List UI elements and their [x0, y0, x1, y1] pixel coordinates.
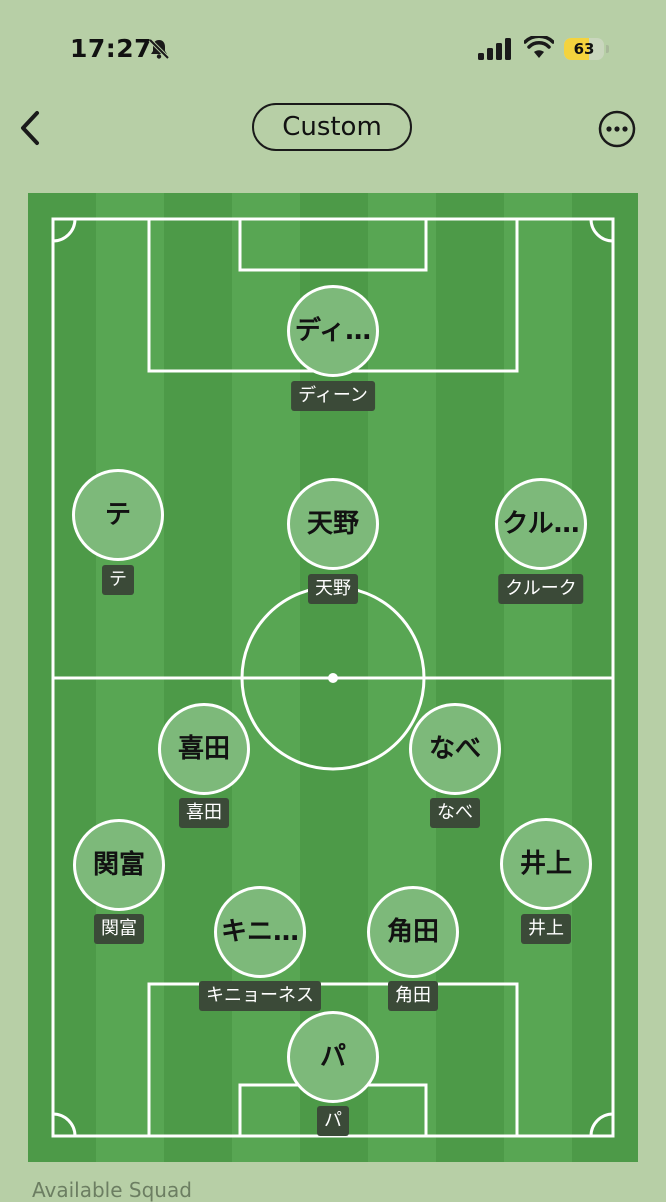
player-name-tag: クルーク: [498, 574, 584, 604]
more-options-icon[interactable]: [598, 110, 636, 148]
player-name-tag: 天野: [308, 574, 358, 604]
available-squad-heading: Available Squad: [32, 1178, 192, 1202]
player-token-井上[interactable]: 井上: [500, 818, 592, 910]
player-token-クルーク[interactable]: クル…: [495, 478, 587, 570]
wifi-icon: [524, 36, 554, 58]
status-bar: 17:27 63: [0, 0, 666, 100]
player-name-tag: ディーン: [291, 381, 375, 411]
player-token-天野[interactable]: 天野: [287, 478, 379, 570]
bell-muted-icon: [148, 38, 170, 60]
player-token-ディーン[interactable]: ディ…: [287, 285, 379, 377]
battery-icon: 63: [564, 38, 610, 60]
player-name-tag: 関富: [94, 914, 144, 944]
player-name-tag: テ: [102, 565, 134, 595]
player-name-tag: なべ: [430, 798, 480, 828]
player-token-喜田[interactable]: 喜田: [158, 703, 250, 795]
battery-percent: 63: [573, 40, 595, 58]
formation-title-button[interactable]: Custom: [252, 103, 412, 151]
cellular-signal-icon: [478, 38, 511, 60]
player-name-tag: パ: [317, 1106, 349, 1136]
status-time: 17:27: [70, 34, 153, 63]
player-token-パ[interactable]: パ: [287, 1011, 379, 1103]
player-name-tag: キニョーネス: [199, 981, 321, 1011]
player-token-角田[interactable]: 角田: [367, 886, 459, 978]
player-token-テ[interactable]: テ: [72, 469, 164, 561]
player-token-なべ[interactable]: なべ: [409, 703, 501, 795]
player-name-tag: 喜田: [179, 798, 229, 828]
player-token-キニョーネス[interactable]: キニ…: [214, 886, 306, 978]
back-chevron-icon[interactable]: [12, 108, 52, 148]
player-name-tag: 井上: [521, 914, 571, 944]
pitch: ディ… ディーン テ テ 天野 天野 クル… クルーク 喜田 喜田 なべ なべ …: [28, 193, 638, 1162]
player-token-関富[interactable]: 関富: [73, 819, 165, 911]
player-name-tag: 角田: [388, 981, 438, 1011]
